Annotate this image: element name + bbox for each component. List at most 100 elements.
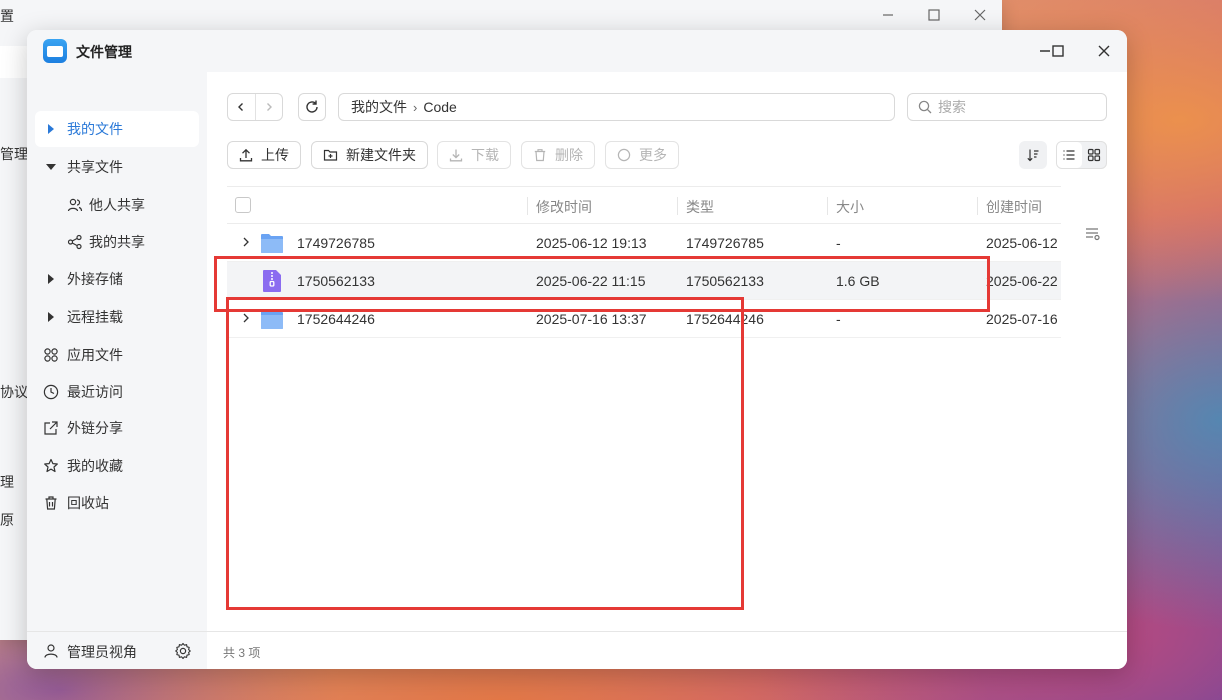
- sidebar-item-shared-with-me[interactable]: 他人共享: [35, 187, 199, 223]
- table-row[interactable]: 1749726785 2025-06-12 19:13 1749726785 -…: [227, 224, 1061, 262]
- archive-file-icon: [260, 269, 284, 293]
- caret-down-icon: [35, 164, 67, 170]
- search-icon: [918, 100, 932, 114]
- column-settings-icon[interactable]: [1085, 227, 1101, 244]
- folder-icon: [260, 307, 284, 331]
- grid-view-icon: [1087, 148, 1100, 162]
- clock-icon: [35, 384, 67, 400]
- minimize-icon[interactable]: [877, 4, 899, 26]
- caret-right-icon: [35, 312, 67, 322]
- modified-time: 2025-07-16 13:37: [536, 311, 647, 327]
- window-title: 文件管理: [76, 44, 132, 60]
- chevron-right-icon: [266, 103, 272, 111]
- refresh-icon: [306, 100, 318, 113]
- new-folder-label: 新建文件夹: [346, 147, 416, 163]
- sidebar-item-shared-files[interactable]: 共享文件: [35, 149, 199, 185]
- column-size[interactable]: 大小: [836, 197, 864, 217]
- file-size: 1.6 GB: [836, 273, 880, 289]
- sidebar-item-favorites[interactable]: 我的收藏: [35, 448, 199, 484]
- more-circle-icon: [617, 148, 631, 162]
- more-label: 更多: [639, 147, 667, 163]
- sidebar-item-external-storage[interactable]: 外接存储: [35, 261, 199, 297]
- refresh-button[interactable]: [298, 93, 326, 121]
- back-button[interactable]: [228, 94, 255, 120]
- sidebar-item-remote-mount[interactable]: 远程挂载: [35, 299, 199, 335]
- sidebar-item-label: 共享文件: [67, 159, 123, 175]
- background-sidebar-fragment: 理: [0, 474, 14, 490]
- star-icon: [35, 458, 67, 474]
- file-size: -: [836, 311, 841, 327]
- close-icon[interactable]: [1091, 39, 1117, 63]
- file-table: 修改时间 类型 大小 创建时间 1749726785 2025-06-12 19…: [227, 186, 1061, 338]
- file-manager-window: 文件管理 我的文件 共享文件 他人共享 我的共享 外接存储 远程挂载 应用文件 …: [27, 30, 1127, 669]
- gear-icon[interactable]: [174, 642, 192, 663]
- file-type: 1752644246: [686, 311, 764, 327]
- column-created[interactable]: 创建时间: [986, 197, 1042, 217]
- sidebar-footer: 管理员视角: [27, 631, 207, 669]
- delete-button[interactable]: 删除: [521, 141, 595, 169]
- sidebar-item-recent[interactable]: 最近访问: [35, 374, 199, 410]
- search-input[interactable]: [938, 99, 1088, 115]
- background-sidebar-fragment: 原: [0, 512, 14, 528]
- maximize-icon[interactable]: [923, 4, 945, 26]
- created-time: 2025-06-22: [986, 273, 1058, 289]
- admin-user-icon: [43, 643, 59, 662]
- more-button[interactable]: 更多: [605, 141, 679, 169]
- new-folder-button[interactable]: 新建文件夹: [311, 141, 428, 169]
- sidebar-item-label: 远程挂载: [67, 309, 123, 325]
- created-time: 2025-06-12: [986, 235, 1058, 251]
- item-count: 共 3 项: [223, 646, 261, 660]
- upload-button[interactable]: 上传: [227, 141, 301, 169]
- titlebar: 文件管理: [27, 30, 1127, 72]
- sidebar-item-label: 他人共享: [89, 197, 145, 213]
- sidebar-item-label: 最近访问: [67, 384, 123, 400]
- background-titlebar: 置: [0, 0, 1002, 30]
- file-name[interactable]: 1749726785: [297, 235, 375, 251]
- chevron-right-icon[interactable]: [239, 311, 253, 325]
- breadcrumb-item[interactable]: 我的文件: [351, 97, 407, 117]
- view-toggle: [1056, 141, 1107, 169]
- sort-button[interactable]: [1019, 141, 1047, 169]
- chevron-left-icon: [238, 103, 244, 111]
- main-content: 我的文件 › Code 上传 新建文件夹 下载: [207, 72, 1127, 669]
- background-title-fragment: 置: [0, 8, 14, 24]
- sidebar-item-my-shares[interactable]: 我的共享: [35, 224, 199, 260]
- file-name[interactable]: 1752644246: [297, 311, 375, 327]
- select-all-checkbox[interactable]: [235, 197, 251, 213]
- background-sidebar-fragment: 协议: [0, 384, 28, 400]
- new-folder-icon: [323, 148, 338, 162]
- breadcrumb[interactable]: 我的文件 › Code: [338, 93, 895, 121]
- sidebar-item-label: 我的共享: [89, 234, 145, 250]
- search-field[interactable]: [907, 93, 1107, 121]
- sidebar-item-recycle-bin[interactable]: 回收站: [35, 485, 199, 521]
- table-row[interactable]: 1750562133 2025-06-22 11:15 1750562133 1…: [227, 262, 1061, 300]
- table-row[interactable]: 1752644246 2025-07-16 13:37 1752644246 -…: [227, 300, 1061, 338]
- background-sidebar-item[interactable]: [0, 46, 30, 78]
- trash-icon: [533, 148, 547, 162]
- sidebar-item-link-share[interactable]: 外链分享: [35, 410, 199, 446]
- chevron-right-icon[interactable]: [239, 235, 253, 249]
- forward-button[interactable]: [254, 94, 282, 120]
- download-button[interactable]: 下载: [437, 141, 511, 169]
- sidebar-item-label: 回收站: [67, 495, 109, 511]
- download-label: 下载: [471, 147, 499, 163]
- sidebar-item-app-files[interactable]: 应用文件: [35, 337, 199, 373]
- list-view-button[interactable]: [1057, 142, 1082, 168]
- file-name[interactable]: 1750562133: [297, 273, 375, 289]
- breadcrumb-item-current[interactable]: Code: [423, 99, 456, 115]
- table-header: 修改时间 类型 大小 创建时间: [227, 186, 1061, 224]
- sidebar-item-my-files[interactable]: 我的文件: [35, 111, 199, 147]
- column-modified[interactable]: 修改时间: [536, 197, 592, 217]
- status-bar: 共 3 项: [207, 631, 1127, 669]
- sidebar-item-label: 外接存储: [67, 271, 123, 287]
- folder-icon: [260, 231, 284, 255]
- column-type[interactable]: 类型: [686, 197, 714, 217]
- admin-view-label[interactable]: 管理员视角: [67, 642, 137, 662]
- file-size: -: [836, 235, 841, 251]
- share-nodes-icon: [61, 234, 89, 250]
- grid-view-button[interactable]: [1082, 142, 1107, 168]
- close-icon[interactable]: [969, 4, 991, 26]
- maximize-icon[interactable]: [1045, 39, 1071, 63]
- sidebar-item-label: 我的文件: [67, 121, 123, 137]
- link-share-icon: [35, 420, 67, 436]
